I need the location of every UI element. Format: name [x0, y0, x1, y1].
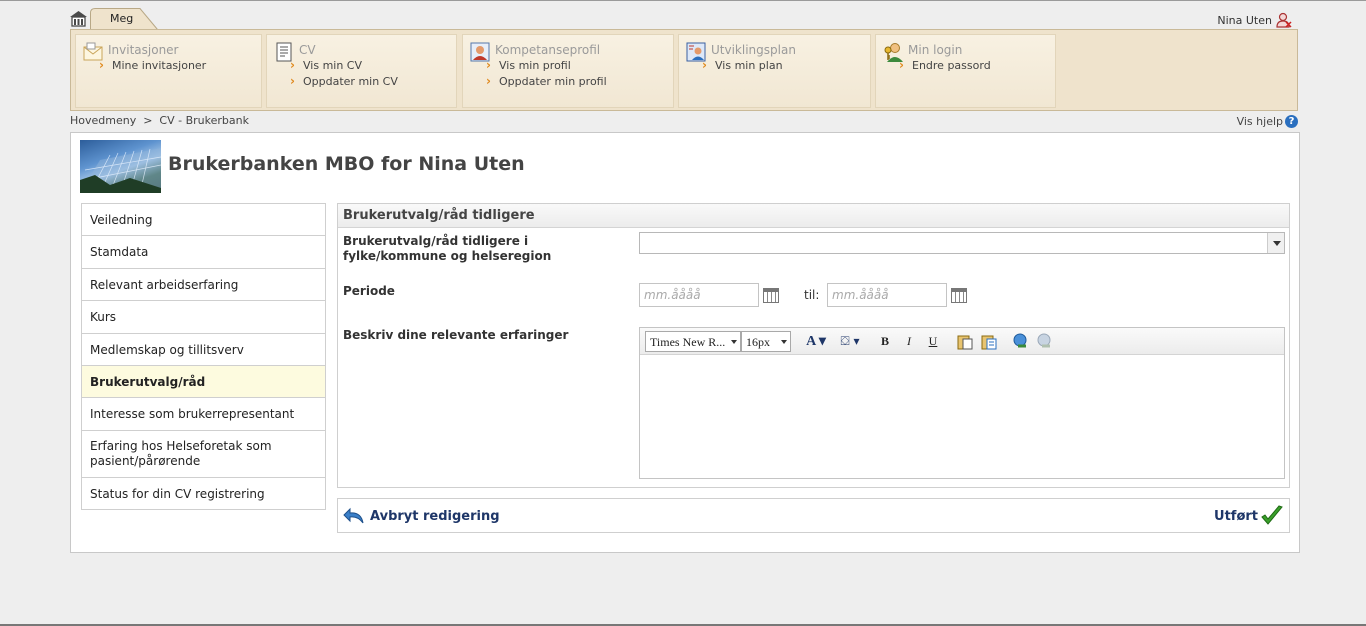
menu-link-vis-min-profil[interactable]: Vis min profil: [486, 58, 571, 72]
calendar-to-icon[interactable]: [951, 288, 967, 303]
menu-link-oppdater-min-cv[interactable]: Oppdater min CV: [290, 74, 398, 88]
building-photo: [80, 148, 161, 193]
menu-invitasjoner[interactable]: Invitasjoner Mine invitasjoner: [75, 34, 262, 108]
chevron-down-icon[interactable]: [1267, 233, 1284, 253]
font-family-select[interactable]: Times New R...: [645, 331, 741, 352]
menu-utviklingsplan[interactable]: Utviklingsplan Vis min plan: [678, 34, 871, 108]
underline-icon[interactable]: U: [924, 333, 942, 350]
banner-image: [80, 140, 161, 193]
menu-link-vis-min-cv[interactable]: Vis min CV: [290, 58, 362, 72]
page-title: Brukerbanken MBO for Nina Uten: [168, 153, 525, 175]
rich-text-editor: Times New R... 16px A ▾ ⛋ ▾ B I U: [639, 327, 1285, 479]
menu-kompetanseprofil-title[interactable]: Kompetanseprofil: [495, 43, 600, 57]
menu-invitasjoner-title[interactable]: Invitasjoner: [108, 43, 179, 57]
sidebar-item-interesse[interactable]: Interesse som brukerrepresentant: [82, 398, 325, 431]
paste-text-icon[interactable]: [980, 333, 998, 350]
help-label: Vis hjelp: [1236, 115, 1283, 128]
insert-link-icon[interactable]: [1012, 333, 1030, 350]
brukerutvalg-select[interactable]: [639, 232, 1285, 254]
top-border: [0, 0, 1366, 1]
menu-min-login-title[interactable]: Min login: [908, 43, 962, 57]
home-icon[interactable]: [69, 10, 88, 28]
date-from-input[interactable]: mm.åååå: [639, 283, 759, 307]
date-to-input[interactable]: mm.åååå: [827, 283, 947, 307]
undo-arrow-icon: [343, 507, 364, 524]
sidebar-item-status-cv[interactable]: Status for din CV registrering: [82, 478, 325, 509]
menu-link-oppdater-min-profil[interactable]: Oppdater min profil: [486, 74, 607, 88]
highlight-icon[interactable]: ⛋ ▾: [836, 333, 864, 350]
sidebar-item-kurs[interactable]: Kurs: [82, 301, 325, 334]
sidebar-item-veiledning[interactable]: Veiledning: [82, 204, 325, 236]
menu-link-vis-min-plan[interactable]: Vis min plan: [702, 58, 782, 72]
cancel-edit-label: Avbryt redigering: [370, 508, 500, 524]
user-menu[interactable]: Nina Uten: [1217, 12, 1292, 28]
sidebar-item-medlemskap[interactable]: Medlemskap og tillitsverv: [82, 334, 325, 366]
main-menu: Invitasjoner Mine invitasjoner CV Vis mi…: [70, 29, 1298, 111]
main-panel: Brukerbanken MBO for Nina Uten Veilednin…: [70, 132, 1300, 553]
paste-icon[interactable]: [956, 333, 974, 350]
form-section: Brukerutvalg/råd tidligere Brukerutvalg/…: [337, 203, 1290, 488]
sidebar-item-brukerutvalg[interactable]: Brukerutvalg/råd: [82, 366, 325, 398]
desc-label: Beskriv dine relevante erfaringer: [343, 328, 569, 342]
breadcrumb[interactable]: Hovedmeny > CV - Brukerbank: [70, 114, 249, 127]
help-icon[interactable]: ?: [1285, 115, 1298, 128]
sidebar-item-stamdata[interactable]: Stamdata: [82, 236, 325, 269]
menu-min-login[interactable]: Min login Endre passord: [875, 34, 1056, 108]
menu-kompetanseprofil[interactable]: Kompetanseprofil Vis min profil Oppdater…: [462, 34, 674, 108]
font-color-icon[interactable]: A ▾: [802, 333, 830, 350]
tab-meg-label: Meg: [110, 12, 134, 25]
cancel-edit-button[interactable]: Avbryt redigering: [343, 507, 500, 525]
help-link[interactable]: Vis hjelp ?: [1237, 115, 1298, 128]
til-label: til:: [804, 288, 820, 302]
italic-icon[interactable]: I: [900, 333, 918, 350]
done-button[interactable]: Utført: [1214, 504, 1284, 528]
calendar-from-icon[interactable]: [763, 288, 779, 303]
menu-link-endre-passord[interactable]: Endre passord: [899, 58, 991, 72]
editor-content-area[interactable]: [640, 355, 1284, 478]
menu-utviklingsplan-title[interactable]: Utviklingsplan: [711, 43, 796, 57]
field1-label: Brukerutvalg/råd tidligere i fylke/kommu…: [343, 234, 552, 263]
bold-icon[interactable]: B: [876, 333, 894, 350]
tab-meg[interactable]: Meg: [90, 8, 158, 30]
sidebar-item-erfaring-helseforetak[interactable]: Erfaring hos Helseforetak som pasient/på…: [82, 431, 325, 478]
periode-label: Periode: [343, 284, 395, 298]
logout-icon[interactable]: [1276, 12, 1292, 28]
action-bar: Avbryt redigering Utført: [337, 498, 1290, 533]
sidebar-item-relevant-arbeidserfaring[interactable]: Relevant arbeidserfaring: [82, 269, 325, 301]
sidebar-nav: Veiledning Stamdata Relevant arbeidserfa…: [81, 203, 326, 510]
form-heading: Brukerutvalg/råd tidligere: [338, 204, 1289, 228]
editor-toolbar: Times New R... 16px A ▾ ⛋ ▾ B I U: [640, 328, 1284, 355]
checkmark-icon: [1261, 505, 1283, 525]
done-label: Utført: [1214, 508, 1258, 524]
menu-cv[interactable]: CV Vis min CV Oppdater min CV: [266, 34, 457, 108]
menu-cv-title[interactable]: CV: [299, 43, 316, 57]
user-name: Nina Uten: [1217, 13, 1272, 27]
font-size-select[interactable]: 16px: [741, 331, 791, 352]
menu-link-mine-invitasjoner[interactable]: Mine invitasjoner: [99, 58, 206, 72]
remove-link-icon[interactable]: [1036, 333, 1054, 350]
